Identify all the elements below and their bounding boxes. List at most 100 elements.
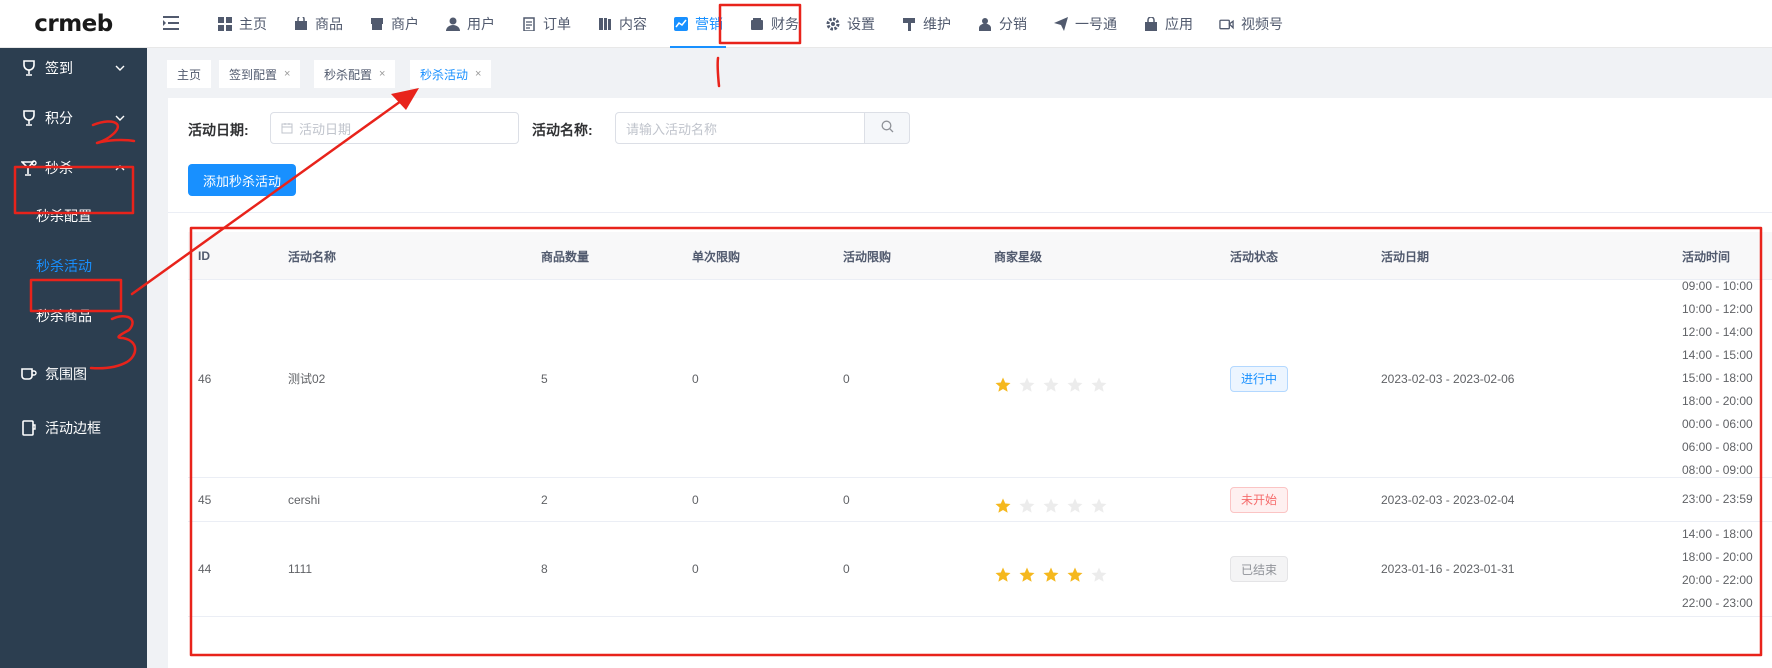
chevron-up-icon xyxy=(113,161,127,175)
cocktail-icon xyxy=(21,160,37,176)
nav-item-8[interactable]: 设置 xyxy=(812,0,888,48)
book-icon xyxy=(597,17,612,32)
hammer-icon xyxy=(901,17,916,32)
tab-qiandao-config[interactable]: 签到配置 × xyxy=(219,60,301,88)
time-slot: 20:00 - 22:00 xyxy=(1682,573,1753,587)
star-icon xyxy=(1066,497,1084,515)
close-icon[interactable]: × xyxy=(475,68,481,80)
cell-count: 2 xyxy=(541,492,548,507)
nav-item-12[interactable]: 应用 xyxy=(1130,0,1206,48)
nav-item-3[interactable]: 用户 xyxy=(432,0,508,48)
cell-name: cershi xyxy=(288,492,321,507)
tab-label: 主页 xyxy=(177,67,202,82)
mug-icon xyxy=(21,366,37,382)
sidebar-item-miaosha[interactable]: 秒杀 xyxy=(0,148,147,188)
nav-item-9[interactable]: 维护 xyxy=(888,0,964,48)
time-slot: 14:00 - 18:00 xyxy=(1682,527,1753,541)
status-badge: 未开始 xyxy=(1230,486,1289,513)
search-button[interactable] xyxy=(864,112,910,144)
tab-miaosha-activity[interactable]: 秒杀活动 × xyxy=(410,60,492,88)
cell-name: 1111 xyxy=(288,562,313,576)
logo[interactable]: crmeb xyxy=(0,0,147,48)
nav-item-label: 视频号 xyxy=(1241,16,1283,32)
nav-item-2[interactable]: 商户 xyxy=(356,0,432,48)
column-header-date: 活动日期 xyxy=(1381,249,1430,264)
top-nav: 主页 商品 商户 用户 订单 内容 营销 财务 设置 维护 分销 一号通 应用 视频号 xyxy=(204,0,1296,48)
star-icon xyxy=(994,376,1012,394)
nav-item-label: 维护 xyxy=(923,16,951,32)
star-rating xyxy=(994,497,1108,515)
star-icon xyxy=(1090,497,1108,515)
time-slot: 00:00 - 06:00 xyxy=(1682,417,1753,431)
date-range-input[interactable]: 活动日期 xyxy=(270,112,519,144)
nav-item-label: 财务 xyxy=(771,16,799,32)
star-rating xyxy=(994,376,1108,394)
cell-stars xyxy=(994,484,1108,527)
cell-time: 23:00 - 23:59 xyxy=(1682,478,1753,521)
gear-icon xyxy=(825,17,840,32)
close-icon[interactable]: × xyxy=(284,68,290,80)
cell-date: 2023-02-03 - 2023-02-04 xyxy=(1381,492,1515,507)
table-row: 44 1111 8 0 0 已结束 2023-01-16 - 2023-01-31 14:00… xyxy=(188,522,1772,617)
menu-collapse-icon[interactable] xyxy=(160,12,182,34)
cell-stars xyxy=(994,286,1108,483)
nav-item-5[interactable]: 内容 xyxy=(584,0,660,48)
sidebar-subitem-label: 秒杀商品 xyxy=(36,308,92,324)
cell-count: 5 xyxy=(541,371,548,386)
nav-item-0[interactable]: 主页 xyxy=(204,0,280,48)
cell-stars xyxy=(994,528,1108,622)
cell-total-limit: 0 xyxy=(843,562,850,576)
sidebar-subitem-miaosha-config[interactable]: 秒杀配置 xyxy=(0,198,147,234)
sidebar-subitem-miaosha-activity[interactable]: 秒杀活动 xyxy=(0,248,147,284)
nav-item-1[interactable]: 商品 xyxy=(280,0,356,48)
nav-item-label: 设置 xyxy=(847,16,875,32)
cell-count: 8 xyxy=(541,562,548,576)
close-icon[interactable]: × xyxy=(379,68,385,80)
tab-bar: 主页 签到配置 × 秒杀配置 × 秒杀活动 × xyxy=(147,48,1772,98)
tab-label: 秒杀配置 xyxy=(324,67,373,82)
cell-single-limit: 0 xyxy=(692,562,699,576)
nav-item-11[interactable]: 一号通 xyxy=(1040,0,1130,48)
nav-item-6[interactable]: 营销 xyxy=(660,0,736,48)
cell-total-limit: 0 xyxy=(843,492,850,507)
nav-item-label: 分销 xyxy=(999,16,1027,32)
nav-item-label: 用户 xyxy=(467,16,495,32)
sidebar-item-qiandao[interactable]: 签到 xyxy=(0,48,147,88)
nav-item-label: 一号通 xyxy=(1075,16,1117,32)
tab-home[interactable]: 主页 xyxy=(167,60,212,88)
star-icon xyxy=(1042,566,1060,584)
cell-status: 进行中 xyxy=(1230,280,1289,477)
nav-item-label: 商品 xyxy=(315,16,343,32)
nav-item-label: 内容 xyxy=(619,16,647,32)
nav-item-13[interactable]: 视频号 xyxy=(1206,0,1296,48)
sidebar-subitem-label: 秒杀活动 xyxy=(36,258,92,274)
grid-icon xyxy=(217,17,232,32)
chevron-down-icon xyxy=(113,111,127,125)
cup-icon xyxy=(21,60,37,76)
divider xyxy=(168,212,1772,213)
nav-item-4[interactable]: 订单 xyxy=(508,0,584,48)
time-slot: 06:00 - 08:00 xyxy=(1682,440,1753,454)
nav-item-7[interactable]: 财务 xyxy=(736,0,812,48)
sidebar-item-frame[interactable]: 活动边框 xyxy=(0,408,147,448)
tab-miaosha-config[interactable]: 秒杀配置 × xyxy=(314,60,396,88)
date-filter-label: 活动日期: xyxy=(188,122,249,138)
nav-item-label: 商户 xyxy=(391,16,419,32)
star-rating xyxy=(994,566,1108,584)
sidebar-item-atmosphere[interactable]: 氛围图 xyxy=(0,354,147,394)
person-icon xyxy=(977,17,992,32)
cell-id: 46 xyxy=(198,371,212,386)
calendar-icon xyxy=(281,122,293,134)
nav-item-10[interactable]: 分销 xyxy=(964,0,1040,48)
time-slot: 14:00 - 15:00 xyxy=(1682,348,1753,362)
sidebar-subitem-miaosha-goods[interactable]: 秒杀商品 xyxy=(0,298,147,334)
nav-item-label: 订单 xyxy=(543,16,571,32)
table-row: 46 测试02 5 0 0 进行中 2023-02-03 - 2023-02-06 09:00… xyxy=(188,279,1772,478)
add-flash-sale-button[interactable]: 添加秒杀活动 xyxy=(188,164,297,196)
star-icon xyxy=(994,566,1012,584)
sidebar-item-jifen[interactable]: 积分 xyxy=(0,98,147,138)
star-icon xyxy=(1090,376,1108,394)
activity-name-input[interactable]: 请输入活动名称 xyxy=(615,112,865,144)
status-badge: 已结束 xyxy=(1230,556,1289,582)
cup-icon xyxy=(21,110,37,126)
